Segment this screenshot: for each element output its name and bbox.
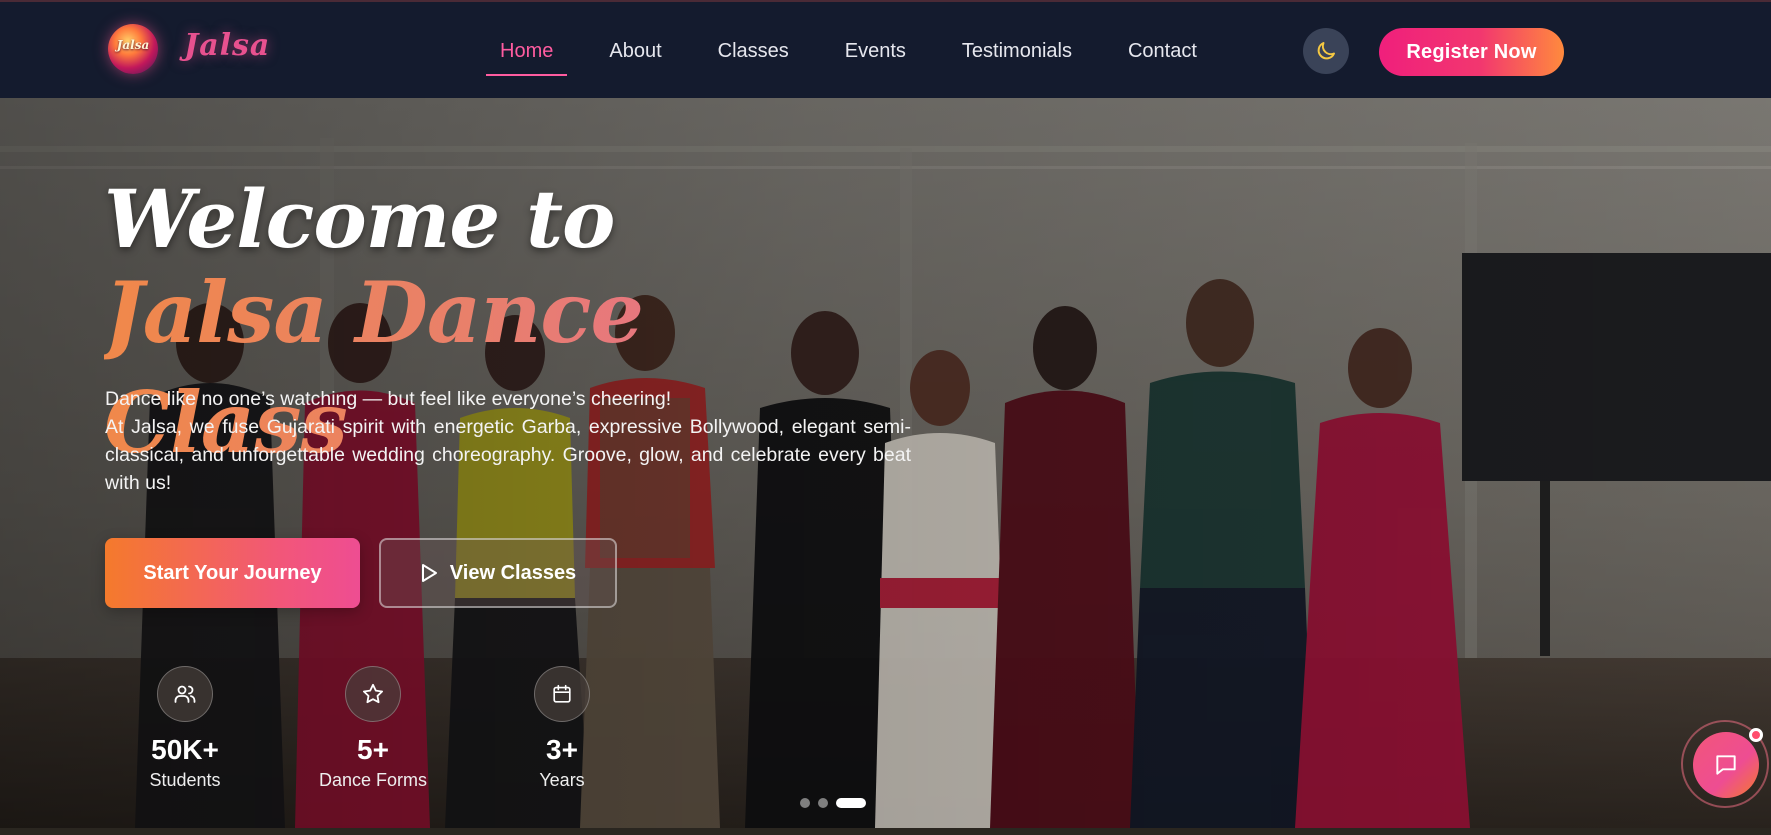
nav-link-home[interactable]: Home	[485, 26, 568, 76]
stat-label: Dance Forms	[318, 770, 428, 790]
register-now-button[interactable]: Register Now	[1379, 28, 1564, 76]
chat-widget	[1681, 720, 1769, 808]
view-classes-button[interactable]: View Classes	[379, 538, 617, 608]
chat-bubble-icon	[1716, 755, 1736, 775]
hero-description: At Jalsa, we fuse Gujarati spirit with e…	[105, 416, 911, 494]
stat-value: 5+	[357, 734, 389, 765]
moon-icon	[1317, 42, 1335, 60]
carousel-indicators	[800, 798, 866, 808]
stat-label: Years	[539, 770, 585, 790]
top-navbar: Jalsa Jalsa Home About Classes Events Te…	[0, 0, 1771, 98]
stat-years: 3+ Years	[487, 666, 637, 792]
stat-students: 50K+ Students	[110, 666, 260, 792]
star-icon	[345, 666, 401, 722]
calendar-icon	[534, 666, 590, 722]
stat-value: 3+	[546, 734, 578, 765]
chat-button[interactable]	[1693, 732, 1759, 798]
carousel-dot-2[interactable]	[818, 798, 828, 808]
nav-link-contact[interactable]: Contact	[1128, 26, 1197, 76]
hero-section: Welcome to Jalsa Dance Class Dance like …	[0, 98, 1771, 828]
nav-link-testimonials[interactable]: Testimonials	[962, 26, 1072, 76]
stat-value: 50K+	[151, 734, 219, 765]
page-bottom-edge	[0, 828, 1771, 835]
hero-welcome-heading: Welcome to	[104, 172, 615, 266]
start-journey-button[interactable]: Start Your Journey	[105, 538, 360, 608]
nav-links: Home About Classes Events Testimonials C…	[485, 26, 1197, 76]
play-icon	[420, 563, 438, 583]
notification-dot	[1749, 728, 1763, 742]
hero-tagline: Dance like no one’s watching — but feel …	[105, 388, 672, 410]
brand-name[interactable]: Jalsa	[184, 28, 270, 68]
carousel-dot-3[interactable]	[836, 798, 866, 808]
logo-icon[interactable]: Jalsa	[108, 24, 158, 74]
logo-text: Jalsa	[116, 38, 150, 52]
nav-link-events[interactable]: Events	[845, 26, 906, 76]
carousel-dot-1[interactable]	[800, 798, 810, 808]
theme-toggle-button[interactable]	[1303, 28, 1349, 74]
nav-link-classes[interactable]: Classes	[718, 26, 789, 76]
stat-label: Students	[149, 770, 221, 790]
view-classes-label: View Classes	[449, 561, 577, 584]
nav-link-about[interactable]: About	[609, 26, 661, 76]
users-icon	[157, 666, 213, 722]
stat-dance-forms: 5+ Dance Forms	[298, 666, 448, 792]
